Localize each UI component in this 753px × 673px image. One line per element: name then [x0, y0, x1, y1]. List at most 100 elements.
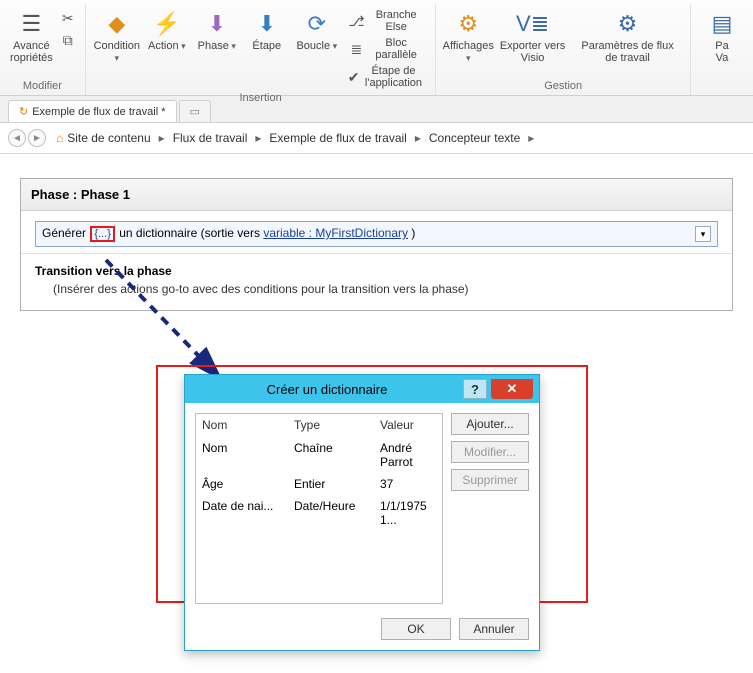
copy-button[interactable]: ⧉: [57, 30, 79, 50]
transition-header: Transition vers la phase: [21, 253, 732, 280]
views-button[interactable]: ⚙Affichages: [442, 6, 494, 66]
list-row[interactable]: Âge Entier 37: [196, 473, 442, 495]
workflow-settings-button[interactable]: ⚙Paramètres de flux de travail: [571, 6, 684, 66]
tab-new[interactable]: ▭: [179, 100, 211, 122]
cutoff-v: Va: [716, 52, 729, 64]
close-button[interactable]: ✕: [491, 379, 533, 399]
cell-value: 1/1/1975 1...: [374, 495, 442, 531]
col-value[interactable]: Valeur: [374, 414, 442, 437]
page-icon: ▭: [190, 105, 200, 118]
branch-icon: ⎇: [348, 12, 365, 30]
cutoff-p: Pa: [715, 40, 728, 52]
settings-icon: ⚙: [612, 8, 644, 40]
settings-label: Paramètres de flux de travail: [575, 40, 680, 64]
action-text: Générer {...} un dictionnaire (sortie ve…: [42, 226, 695, 242]
ribbon-group-insertion: ◆Condition ⚡Action ⬇Phase ⬇Étape ⟳Boucle…: [86, 4, 437, 95]
delete-button[interactable]: Supprimer: [451, 469, 529, 491]
home-icon[interactable]: ⌂: [56, 131, 63, 145]
breadcrumb-item-3[interactable]: Concepteur texte: [429, 131, 520, 145]
condition-label: Condition: [94, 40, 140, 64]
app-step-label: Étape de l'application: [360, 65, 428, 89]
action-build-dictionary[interactable]: Générer {...} un dictionnaire (sortie ve…: [35, 221, 718, 247]
breadcrumb-item-1[interactable]: Flux de travail: [173, 131, 248, 145]
advanced-label: Avancé: [13, 40, 50, 52]
group-label-modifier: Modifier: [23, 79, 62, 95]
visio-icon: V≣: [517, 8, 549, 40]
modify-button[interactable]: Modifier...: [451, 441, 529, 463]
gear-icon: ⚙: [452, 8, 484, 40]
dialog-title-text: Créer un dictionnaire: [191, 382, 463, 397]
parallel-block-button[interactable]: ≣Bloc parallèle: [346, 36, 430, 62]
cell-value: André Parrot: [374, 437, 442, 473]
breadcrumb-sep: ▸: [415, 131, 421, 145]
add-button[interactable]: Ajouter...: [451, 413, 529, 435]
phase-button[interactable]: ⬇Phase: [192, 6, 242, 54]
else-branch-button[interactable]: ⎇Branche Else: [346, 8, 430, 34]
help-button[interactable]: ?: [463, 379, 487, 399]
tab-strip: ↻ Exemple de flux de travail * ▭: [0, 96, 753, 123]
cell-name: Âge: [196, 473, 288, 495]
col-name[interactable]: Nom: [196, 414, 288, 437]
group-label-gestion: Gestion: [544, 79, 582, 95]
cell-value: 37: [374, 473, 442, 495]
variable-link[interactable]: variable : MyFirstDictionary: [263, 226, 408, 240]
ok-button[interactable]: OK: [381, 618, 451, 640]
action-label: Action: [148, 40, 186, 52]
loop-icon: ⟳: [301, 8, 333, 40]
condition-icon: ◆: [101, 8, 133, 40]
ribbon-group-modifier: ☰ Avancé ropriétés ✂ ⧉ Modifier: [0, 4, 86, 95]
action-icon: ⚡: [151, 8, 183, 40]
properties-label: ropriétés: [10, 52, 53, 64]
cutoff-button[interactable]: ▤PaVa: [697, 6, 747, 66]
action-button[interactable]: ⚡Action: [142, 6, 192, 54]
action-prefix: Générer: [42, 226, 86, 240]
list-row[interactable]: Nom Chaîne André Parrot: [196, 437, 442, 473]
loop-button[interactable]: ⟳Boucle: [292, 6, 342, 54]
action-mid: un dictionnaire (sortie vers: [119, 226, 260, 240]
group-label-insertion: Insertion: [240, 91, 282, 107]
export-visio-button[interactable]: V≣Exporter vers Visio: [494, 6, 571, 66]
cell-type: Chaîne: [288, 437, 374, 473]
transition-text: (Insérer des actions go-to avec des cond…: [21, 280, 732, 310]
cell-name: Date de nai...: [196, 495, 288, 531]
loop-label: Boucle: [296, 40, 337, 52]
breadcrumb-item-0[interactable]: Site de contenu: [67, 131, 150, 145]
ellipsis-builder-button[interactable]: {...}: [90, 226, 115, 242]
list-empty-space: [196, 531, 442, 603]
dictionary-list[interactable]: Nom Type Valeur Nom Chaîne André Parrot …: [195, 413, 443, 604]
designer-canvas: Phase : Phase 1 Générer {...} un diction…: [0, 154, 753, 335]
cell-type: Date/Heure: [288, 495, 374, 531]
copy-icon: ⧉: [59, 31, 77, 49]
nav-forward-button[interactable]: ►: [28, 129, 46, 147]
app-step-button[interactable]: ✔Étape de l'application: [346, 64, 430, 90]
advanced-properties-button[interactable]: ☰ Avancé ropriétés: [6, 6, 57, 66]
parallel-icon: ≣: [348, 40, 365, 58]
cell-name: Nom: [196, 437, 288, 473]
tab-workflow-label: Exemple de flux de travail *: [32, 106, 165, 118]
app-step-icon: ✔: [348, 68, 360, 86]
parallel-block-label: Bloc parallèle: [365, 37, 428, 61]
list-row[interactable]: Date de nai... Date/Heure 1/1/1975 1...: [196, 495, 442, 531]
nav-back-button[interactable]: ◄: [8, 129, 26, 147]
cancel-button[interactable]: Annuler: [459, 618, 529, 640]
workflow-icon: ↻: [19, 105, 28, 118]
dialog-titlebar[interactable]: Créer un dictionnaire ? ✕: [185, 375, 539, 403]
condition-button[interactable]: ◆Condition: [92, 6, 142, 66]
step-button[interactable]: ⬇Étape: [242, 6, 292, 54]
breadcrumb-sep: ▸: [528, 131, 534, 145]
list-icon: ☰: [15, 8, 47, 40]
tab-workflow[interactable]: ↻ Exemple de flux de travail *: [8, 100, 177, 122]
action-suffix: ): [411, 226, 415, 240]
cut-icon: ✂: [59, 9, 77, 27]
list-header: Nom Type Valeur: [196, 414, 442, 437]
step-icon: ⬇: [251, 8, 283, 40]
phase-icon: ⬇: [201, 8, 233, 40]
phase-box: Phase : Phase 1 Générer {...} un diction…: [20, 178, 733, 311]
action-dropdown[interactable]: ▾: [695, 226, 711, 242]
breadcrumb: ◄ ► ⌂ Site de contenu ▸ Flux de travail …: [0, 123, 753, 154]
ribbon-group-gestion: ⚙Affichages V≣Exporter vers Visio ⚙Param…: [436, 4, 691, 95]
col-type[interactable]: Type: [288, 414, 374, 437]
cut-button[interactable]: ✂: [57, 8, 79, 28]
step-label: Étape: [252, 40, 281, 52]
breadcrumb-item-2[interactable]: Exemple de flux de travail: [269, 131, 406, 145]
